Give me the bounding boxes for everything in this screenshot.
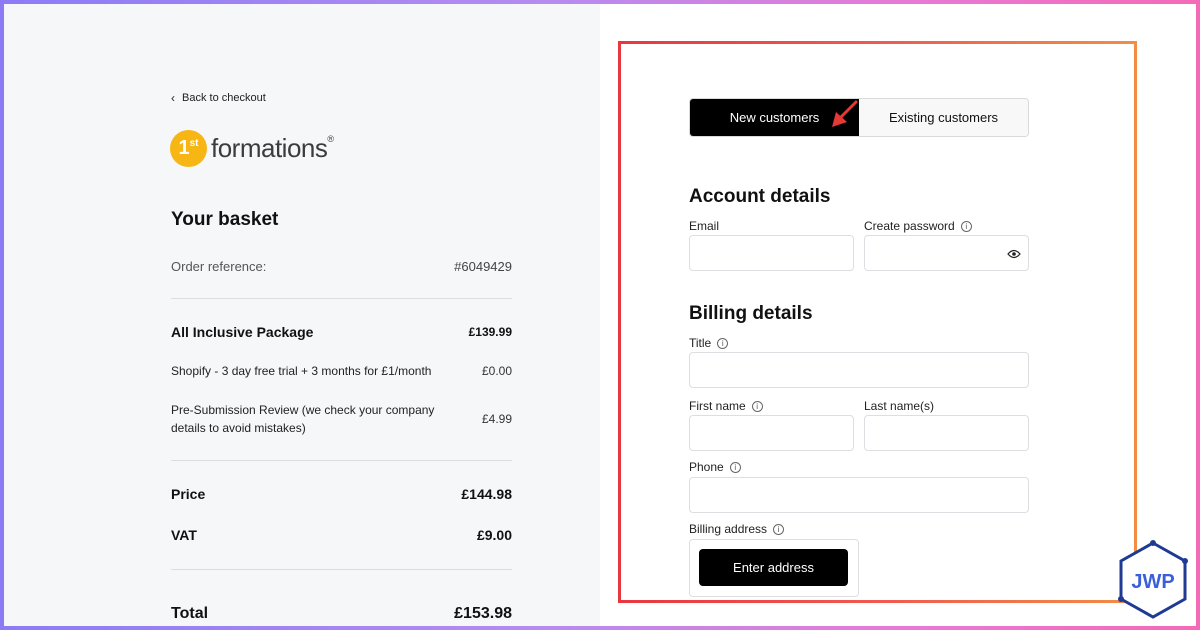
logo-badge: 1st <box>170 130 207 167</box>
first-name-label: First name i <box>689 399 763 413</box>
basket-item: Pre-Submission Review (we check your com… <box>171 401 512 437</box>
last-name-label-text: Last name(s) <box>864 399 935 413</box>
password-label: Create password i <box>864 219 972 233</box>
email-label-text: Email <box>689 219 720 233</box>
email-label: Email <box>689 219 719 233</box>
last-name-label: Last name(s) <box>864 399 934 413</box>
divider <box>171 460 512 461</box>
price-value: £144.98 <box>461 486 512 502</box>
logo-registered-mark: ® <box>327 133 335 144</box>
vat-row: VAT £9.00 <box>171 527 512 543</box>
tab-existing-customers[interactable]: Existing customers <box>859 99 1028 136</box>
divider <box>171 569 512 570</box>
password-label-text: Create password <box>864 219 955 233</box>
title-label: Title i <box>689 336 729 350</box>
divider <box>171 298 512 299</box>
order-reference-label: Order reference: <box>171 259 267 274</box>
item-label: Shopify - 3 day free trial + 3 months fo… <box>171 364 432 378</box>
total-label: Total <box>171 605 209 622</box>
info-icon[interactable]: i <box>773 523 785 535</box>
account-details-heading: Account details <box>689 186 831 207</box>
info-icon[interactable]: i <box>751 400 763 412</box>
logo-text: formations <box>211 133 328 163</box>
info-icon[interactable]: i <box>960 220 972 232</box>
item-price: £0.00 <box>481 364 512 378</box>
info-icon[interactable]: i <box>717 337 729 349</box>
title-label-text: Title <box>689 336 712 350</box>
billing-address-label: Billing address i <box>689 522 785 536</box>
basket-title: Your basket <box>171 209 279 230</box>
vat-value: £9.00 <box>476 527 512 543</box>
email-field[interactable] <box>689 235 854 271</box>
logo-superscript: st <box>189 138 199 149</box>
total-value: £153.98 <box>454 605 512 622</box>
logo-number: 1 <box>178 137 190 159</box>
phone-label-text: Phone <box>689 460 724 474</box>
jwp-logo-watermark: JWP <box>1118 540 1188 619</box>
basket-item: Shopify - 3 day free trial + 3 months fo… <box>171 364 512 378</box>
price-row: Price £144.98 <box>171 486 512 502</box>
back-to-checkout-link[interactable]: ‹ Back to checkout <box>171 91 266 105</box>
watermark-text: JWP <box>1131 571 1174 593</box>
total-row: Total £153.98 <box>171 605 512 623</box>
last-name-field[interactable] <box>864 415 1029 451</box>
item-label: Pre-Submission Review (we check your com… <box>171 403 435 435</box>
title-field[interactable] <box>689 352 1029 388</box>
password-field[interactable] <box>864 235 1029 271</box>
order-reference-row: Order reference: #6049429 <box>171 259 512 274</box>
chevron-left-icon: ‹ <box>171 91 175 105</box>
phone-field[interactable] <box>689 477 1029 513</box>
item-price: £4.99 <box>481 412 512 426</box>
first-name-label-text: First name <box>689 399 746 413</box>
red-arrow-icon <box>832 100 858 127</box>
brand-logo[interactable]: 1st formations ® <box>170 130 334 167</box>
order-reference-value: #6049429 <box>454 259 512 274</box>
first-name-field[interactable] <box>689 415 854 451</box>
price-label: Price <box>171 486 206 502</box>
enter-address-button[interactable]: Enter address <box>699 549 848 586</box>
eye-icon[interactable] <box>1007 249 1021 259</box>
package-row: All Inclusive Package £139.99 <box>171 324 512 340</box>
page-frame: ‹ Back to checkout 1st formations ® Your… <box>4 4 1196 626</box>
back-link-label: Back to checkout <box>182 92 266 104</box>
info-icon[interactable]: i <box>729 461 741 473</box>
package-price: £139.99 <box>468 325 512 339</box>
billing-details-heading: Billing details <box>689 303 813 324</box>
package-label: All Inclusive Package <box>171 324 314 340</box>
billing-address-label-text: Billing address <box>689 522 768 536</box>
vat-label: VAT <box>171 527 197 543</box>
phone-label: Phone i <box>689 460 741 474</box>
